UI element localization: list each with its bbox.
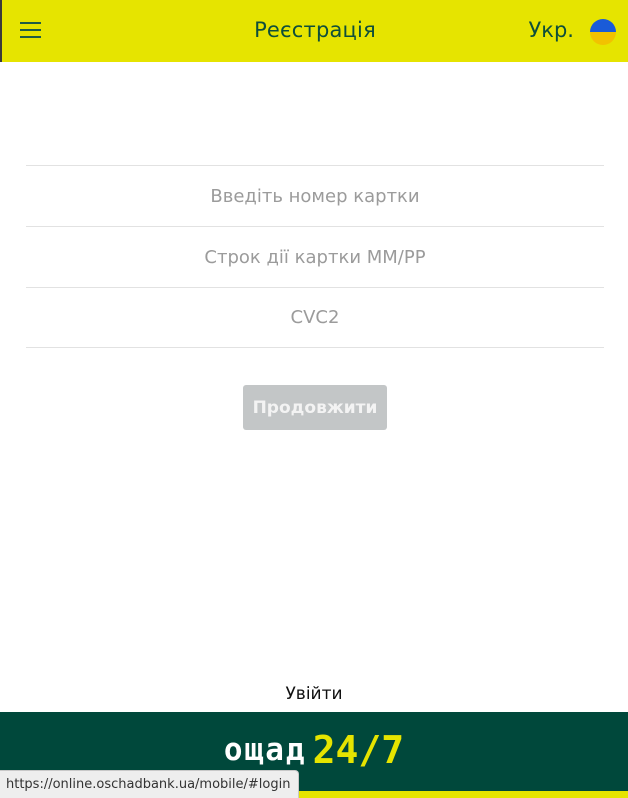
oschad-logo: ощад 24/7 xyxy=(0,728,628,772)
cvc-row xyxy=(26,287,604,348)
card-number-row xyxy=(26,165,604,226)
continue-button[interactable]: Продовжити xyxy=(243,385,387,430)
card-expiry-input[interactable] xyxy=(26,227,604,287)
ukraine-flag-icon[interactable] xyxy=(590,19,616,45)
language-selector[interactable]: Укр. xyxy=(529,18,575,42)
card-expiry-row xyxy=(26,226,604,287)
flag-yellow-stripe xyxy=(590,32,616,45)
card-number-input[interactable] xyxy=(26,166,604,226)
logo-word: ощад xyxy=(223,732,307,768)
cvc-input[interactable] xyxy=(26,288,604,347)
logo-number: 24/7 xyxy=(312,728,405,772)
status-bar-url: https://online.oschadbank.ua/mobile/#log… xyxy=(0,770,300,798)
app-header: Реєстрація Укр. xyxy=(0,0,628,62)
login-link[interactable]: Увійти xyxy=(0,684,628,704)
registration-form xyxy=(26,165,604,348)
